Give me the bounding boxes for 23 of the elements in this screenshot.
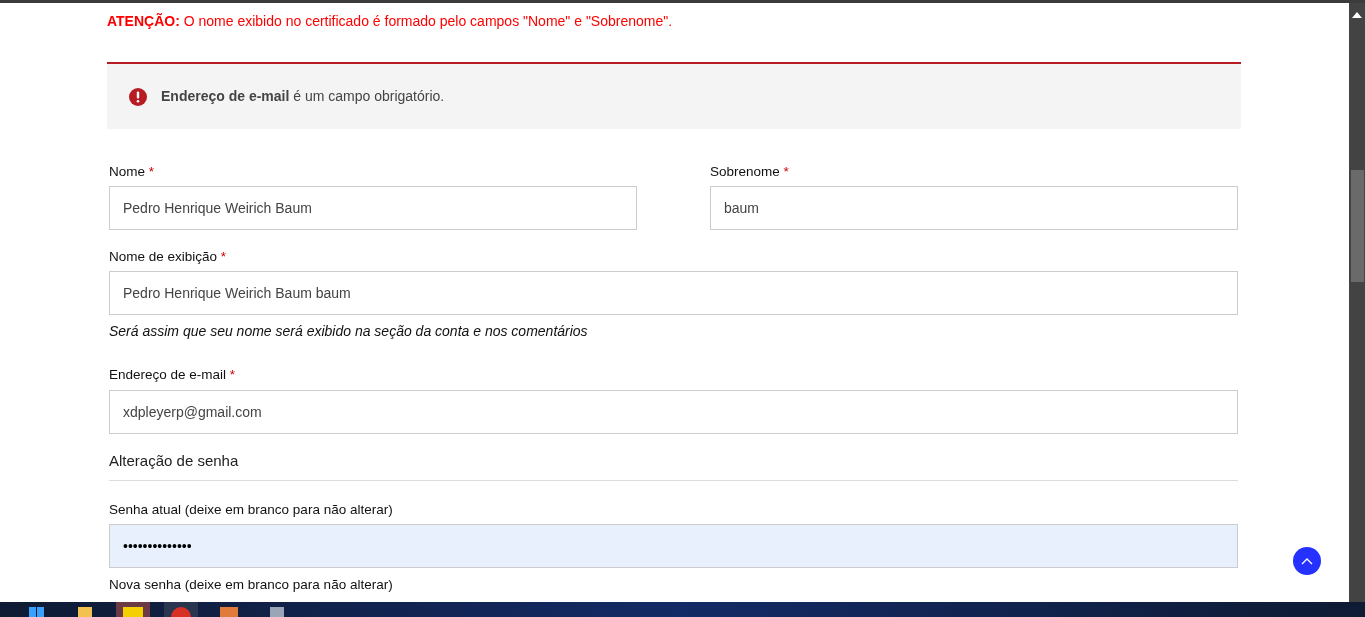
field-label: Nova senha (deixe em branco para não alterar) <box>109 577 393 594</box>
field-label: Nome * <box>109 164 155 181</box>
exclamation-circle-icon <box>129 87 147 106</box>
back-to-top-button[interactable] <box>1293 547 1321 575</box>
input-field[interactable]: xdpleyerp@gmail.com <box>109 389 1238 434</box>
input-field[interactable]: Pedro Henrique Weirich Baum <box>109 186 637 231</box>
password-field[interactable]: •••••••••••••• <box>109 524 1238 569</box>
warning-text: ATENÇÃO: O nome exibido no certificado é formado pelo campos "Nome" e "Sobrenome". <box>107 12 674 31</box>
field-label: Endereço de e-mail * <box>109 367 236 384</box>
help-text: Será assim que seu nome será exibido na seção da conta e nos comentários <box>109 322 589 342</box>
circle-app-icon[interactable] <box>164 602 198 617</box>
scroll-up-arrow-icon[interactable] <box>1352 12 1362 18</box>
input-field[interactable]: Pedro Henrique Weirich Baum baum <box>109 271 1238 316</box>
field-label: Senha atual (deixe em branco para não alterar) <box>109 502 393 519</box>
field-label: Sobrenome * <box>710 164 789 181</box>
chevron-up-icon <box>1301 557 1313 565</box>
scrollbar-thumb[interactable] <box>1350 170 1364 282</box>
field-label: Nome de exibição * <box>109 249 227 266</box>
error-message: Endereço de e-mail é um campo obrigatório. <box>161 87 445 106</box>
section-heading: Alteração de senha <box>109 449 1238 482</box>
scrollbar[interactable] <box>1349 3 1365 602</box>
input-field[interactable]: baum <box>710 186 1238 231</box>
notes-app-icon[interactable] <box>116 602 150 617</box>
